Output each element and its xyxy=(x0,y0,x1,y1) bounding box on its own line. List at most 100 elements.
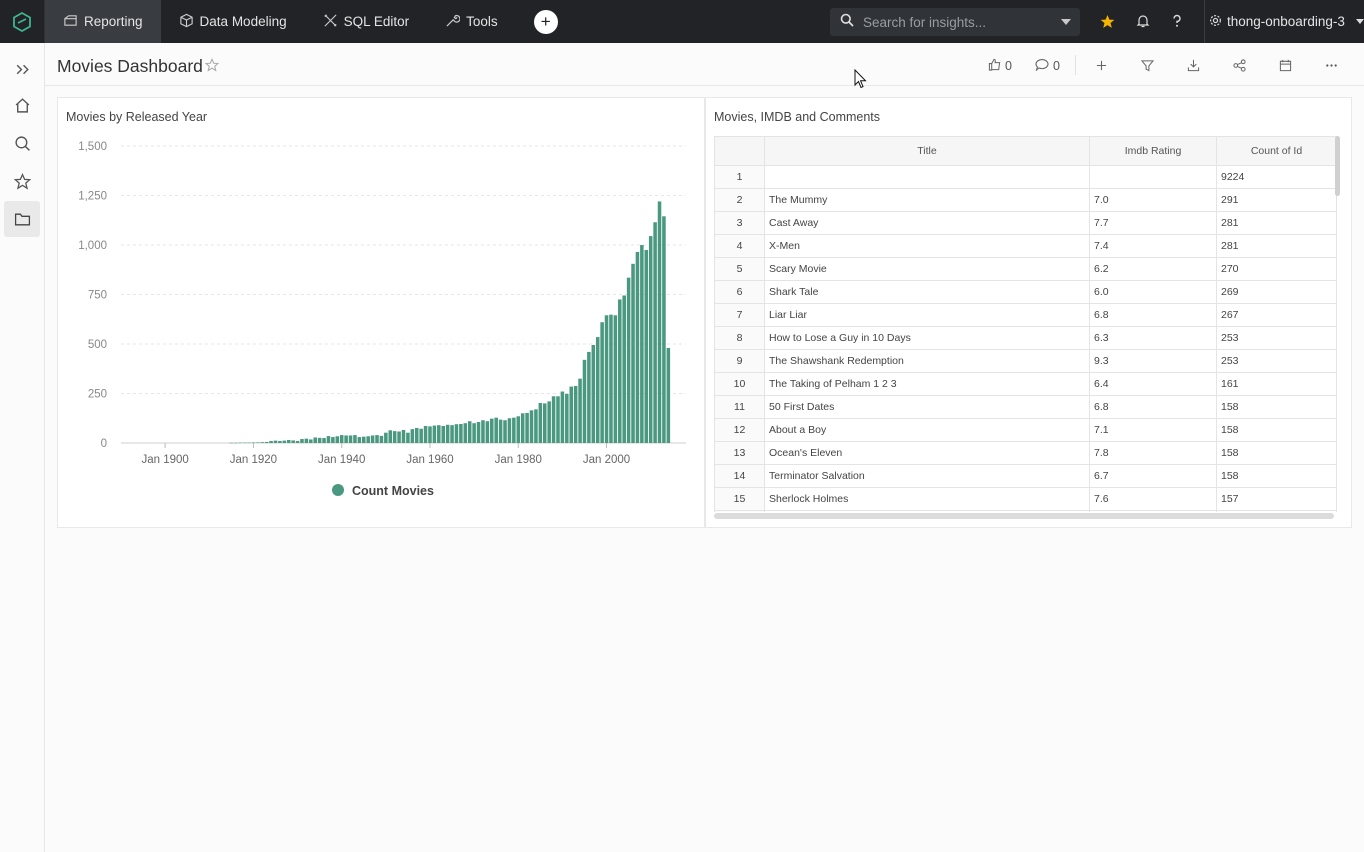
table-row[interactable]: 9 The Shawshank Redemption 9.3 253 xyxy=(714,349,1337,373)
chart-bar xyxy=(538,403,543,443)
vertical-scrollbar[interactable] xyxy=(1335,136,1340,196)
table-row[interactable]: 5 Scary Movie 6.2 270 xyxy=(714,257,1337,281)
count-cell: 269 xyxy=(1216,280,1337,304)
help-question-icon[interactable] xyxy=(1168,12,1186,30)
chevron-down-icon[interactable] xyxy=(1061,19,1071,25)
table-row[interactable]: 6 Shark Tale 6.0 269 xyxy=(714,280,1337,304)
nav-reporting[interactable]: Reporting xyxy=(45,0,161,43)
row-number-cell: 14 xyxy=(714,464,765,488)
filter-icon[interactable] xyxy=(1140,58,1154,72)
chart-bar xyxy=(397,431,401,443)
expand-sidebar-icon[interactable] xyxy=(4,51,40,87)
holistics-logo-icon[interactable] xyxy=(0,0,45,43)
create-new-button[interactable]: + xyxy=(533,9,558,34)
table-row[interactable]: 16 xyxy=(714,510,1337,512)
column-header-imdb-rating[interactable]: Imdb Rating xyxy=(1089,136,1217,166)
chart-bar xyxy=(640,245,644,443)
bar-chart: 0 250 500 750 1,000 1,250 1,500 Jan 1900 Jan 192… xyxy=(78,141,686,498)
dashboard-header: Movies Dashboard 0 0 xyxy=(45,43,1364,86)
table-row[interactable]: 15 Sherlock Holmes 7.6 157 xyxy=(714,487,1337,511)
schedule-calendar-icon[interactable] xyxy=(1278,58,1292,72)
chart-bar xyxy=(459,423,463,443)
chart-bar xyxy=(644,249,649,443)
count-cell: 158 xyxy=(1216,441,1337,465)
count-cell: 253 xyxy=(1216,349,1337,373)
table-row[interactable]: 4 X-Men 7.4 281 xyxy=(714,234,1337,258)
chart-bar xyxy=(481,420,485,443)
table-row[interactable]: 11 50 First Dates 6.8 158 xyxy=(714,395,1337,419)
search-icon[interactable] xyxy=(4,125,40,161)
thumbs-up-icon xyxy=(988,58,1001,74)
more-options-icon[interactable] xyxy=(1324,58,1338,72)
notification-bell-icon[interactable] xyxy=(1134,12,1152,30)
count-cell: 9224 xyxy=(1216,165,1337,189)
folder-icon[interactable] xyxy=(4,201,40,237)
count-cell: 161 xyxy=(1216,372,1337,396)
row-number-cell: 16 xyxy=(714,510,765,512)
nav-data-modeling[interactable]: Data Modeling xyxy=(161,0,305,43)
chart-bar xyxy=(234,442,238,444)
favorites-star-icon[interactable] xyxy=(1098,12,1116,30)
chart-widget[interactable]: Movies by Released Year 0 250 500 750 1,000 1… xyxy=(57,97,705,528)
chart-bar xyxy=(322,438,326,443)
sql-editor-icon xyxy=(323,13,338,31)
comment-count: 0 xyxy=(1053,59,1060,73)
horizontal-scrollbar[interactable] xyxy=(714,513,1334,519)
chart-bar xyxy=(657,201,662,443)
chart-bar xyxy=(432,425,437,443)
table-row[interactable]: 12 About a Boy 7.1 158 xyxy=(714,418,1337,442)
row-number-cell: 7 xyxy=(714,303,765,327)
chart-bar xyxy=(388,430,393,443)
search-input[interactable] xyxy=(863,14,1053,30)
imdb-rating-cell: 7.1 xyxy=(1089,418,1217,442)
like-button[interactable]: 0 xyxy=(988,58,1012,74)
chart-bar xyxy=(653,222,657,443)
chart-bar xyxy=(309,439,313,443)
share-icon[interactable] xyxy=(1232,58,1246,72)
column-header-count-of-id[interactable]: Count of Id xyxy=(1216,136,1337,166)
table-row[interactable]: 7 Liar Liar 6.8 267 xyxy=(714,303,1337,327)
column-header-title[interactable]: Title xyxy=(764,136,1090,166)
title-cell: Sherlock Holmes xyxy=(764,487,1090,511)
table-row[interactable]: 10 The Taking of Pelham 1 2 3 6.4 161 xyxy=(714,372,1337,396)
search-bar[interactable] xyxy=(830,8,1080,36)
nav-tools[interactable]: Tools xyxy=(427,0,516,43)
table-row[interactable]: 3 Cast Away 7.7 281 xyxy=(714,211,1337,235)
table-row[interactable]: 8 How to Lose a Guy in 10 Days 6.3 253 xyxy=(714,326,1337,350)
cube-icon xyxy=(179,13,194,31)
nav-label: Data Modeling xyxy=(199,14,287,29)
table-row[interactable]: 14 Terminator Salvation 6.7 158 xyxy=(714,464,1337,488)
workspace-selector[interactable]: thong-onboarding-3 xyxy=(1204,0,1364,43)
imdb-rating-cell: 9.3 xyxy=(1089,349,1217,373)
title-cell: Liar Liar xyxy=(764,303,1090,327)
imdb-rating-cell: 7.4 xyxy=(1089,234,1217,258)
title-cell: X-Men xyxy=(764,234,1090,258)
add-widget-icon[interactable] xyxy=(1094,58,1108,72)
nav-sql-editor[interactable]: SQL Editor xyxy=(305,0,428,43)
chart-bar xyxy=(525,412,529,443)
column-header-index[interactable] xyxy=(714,136,765,166)
table-row[interactable]: 13 Ocean's Eleven 7.8 158 xyxy=(714,441,1337,465)
chart-bar xyxy=(454,424,459,443)
table-row[interactable]: 2 The Mummy 7.0 291 xyxy=(714,188,1337,212)
chevron-down-icon xyxy=(1355,19,1364,24)
table-header-row: Title Imdb Rating Count of Id xyxy=(714,136,1337,166)
data-table-container[interactable]: Title Imdb Rating Count of Id 1 9224 2 The … xyxy=(714,136,1342,512)
table-widget[interactable]: Movies, IMDB and Comments Title Imdb Rat… xyxy=(705,97,1352,528)
chart-bar xyxy=(264,442,269,443)
download-icon[interactable] xyxy=(1186,58,1200,72)
table-row[interactable]: 1 9224 xyxy=(714,165,1337,189)
like-count: 0 xyxy=(1005,59,1012,73)
chart-bar xyxy=(498,419,503,443)
home-icon[interactable] xyxy=(4,87,40,123)
comment-button[interactable]: 0 xyxy=(1035,58,1060,74)
chart-bar xyxy=(379,435,384,443)
chart-bar xyxy=(300,439,304,443)
title-cell xyxy=(764,510,1090,512)
y-tick-label: 250 xyxy=(88,389,107,401)
chart-bar xyxy=(556,396,560,443)
chart-bar xyxy=(339,435,344,443)
data-table: Title Imdb Rating Count of Id 1 9224 2 The … xyxy=(714,136,1337,512)
favorite-star-icon[interactable] xyxy=(204,58,220,77)
star-icon[interactable] xyxy=(4,163,40,199)
